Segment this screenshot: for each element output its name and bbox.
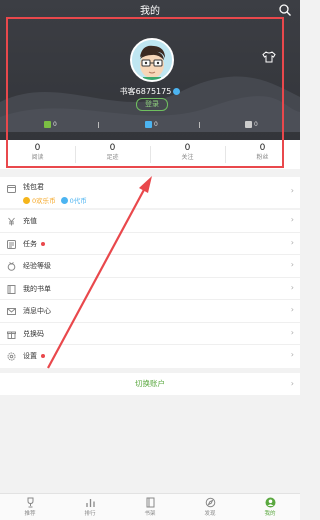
menu-item-label: 设置 [23, 351, 45, 361]
notification-dot [41, 354, 45, 358]
coin-balance: 0欢乐币 [32, 197, 56, 205]
menu-item-redeem-code[interactable]: 兑换码 › [0, 323, 300, 345]
gift-icon [7, 331, 16, 339]
chevron-right-icon: › [290, 350, 294, 359]
tab-discover[interactable]: 发现 [180, 494, 240, 520]
highlight-annotation-box [6, 17, 284, 168]
medal-icon [7, 262, 16, 271]
menu-item-settings[interactable]: 设置 › [0, 345, 300, 368]
switch-account-label: 切换账户 [135, 379, 165, 388]
wallet-title: 钱包君 [23, 183, 44, 191]
discover-icon [205, 497, 215, 508]
tab-label: 推荐 [24, 511, 36, 517]
menu-item-experience-level[interactable]: 经验等级 › [0, 255, 300, 278]
profile-icon [265, 497, 275, 508]
task-list-icon [7, 239, 16, 249]
menu-item-label: 兑换码 [23, 329, 44, 338]
tab-recommend[interactable]: 推荐 [0, 494, 60, 520]
menu-item-book-list[interactable]: 我的书单 › [0, 278, 300, 300]
trophy-icon [27, 497, 33, 508]
settings-menu: 充值 › 任务 › 经验等级 › 我的书单 › 消息中心 › 兑换码 › 设置 … [0, 210, 300, 368]
bookshelf-icon [146, 497, 154, 508]
wallet-balances: 0欢乐币 0代币 [23, 195, 87, 205]
chevron-right-icon: › [290, 305, 294, 314]
chevron-right-icon: › [290, 260, 294, 269]
ranking-icon [85, 499, 95, 507]
chevron-right-icon: › [290, 237, 294, 247]
menu-item-messages[interactable]: 消息中心 › [0, 300, 300, 323]
tab-bookshelf[interactable]: 书架 [120, 494, 180, 520]
menu-item-label: 消息中心 [23, 307, 51, 315]
chevron-right-icon: › [290, 215, 294, 224]
notification-dot [41, 241, 45, 246]
tab-label: 我的 [264, 511, 276, 517]
page-title: 我的 [140, 6, 160, 17]
yen-icon [8, 217, 15, 226]
chevron-right-icon: › [290, 379, 294, 388]
mail-icon [7, 308, 16, 315]
menu-item-label: 我的书单 [23, 284, 51, 293]
search-icon[interactable] [278, 3, 292, 17]
menu-item-label: 任务 [23, 239, 45, 249]
menu-item-recharge[interactable]: 充值 › [0, 210, 300, 233]
tab-profile[interactable]: 我的 [240, 494, 300, 520]
tab-label: 书架 [144, 511, 156, 517]
wallet-row[interactable]: 钱包君 0欢乐币 0代币 › [0, 177, 300, 208]
menu-item-label: 充值 [23, 217, 37, 225]
chevron-right-icon: › [290, 186, 294, 195]
bottom-tab-bar: 推荐 排行 书架 发现 我的 [0, 493, 300, 520]
menu-item-tasks[interactable]: 任务 › [0, 233, 300, 255]
voucher-balance: 0代币 [69, 197, 87, 205]
menu-item-text: 设置 [23, 352, 37, 360]
chevron-right-icon: › [290, 327, 294, 337]
gear-icon [7, 352, 16, 361]
menu-item-label: 经验等级 [23, 262, 51, 270]
wallet-icon [7, 185, 16, 193]
chevron-right-icon: › [290, 282, 294, 292]
tab-label: 发现 [204, 511, 216, 517]
book-list-icon [7, 284, 16, 294]
tab-ranking[interactable]: 排行 [60, 494, 120, 520]
coin-icon [23, 196, 30, 204]
menu-item-text: 任务 [23, 239, 37, 248]
tab-label: 排行 [84, 511, 96, 517]
switch-account-button[interactable]: 切换账户 › [0, 373, 300, 395]
voucher-icon [60, 196, 68, 204]
